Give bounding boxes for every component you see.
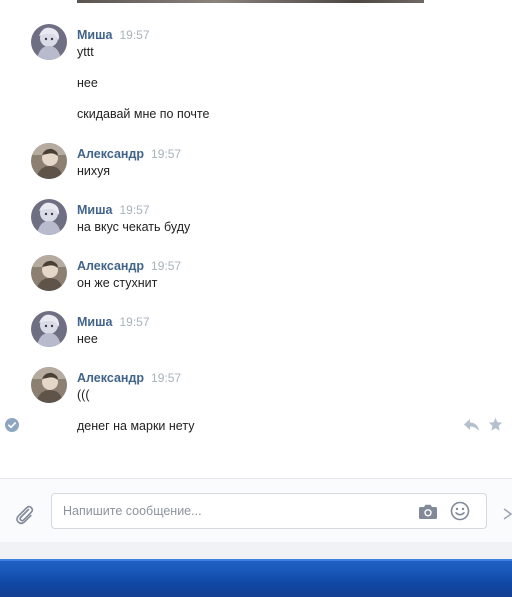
message-header: Миша 19:57 xyxy=(77,203,150,217)
message-text: он же стухнит xyxy=(77,276,158,290)
message-text: скидавай мне по почте xyxy=(77,107,210,121)
avatar-alexandr[interactable] xyxy=(31,367,67,403)
camera-icon[interactable] xyxy=(418,503,438,520)
message-time[interactable]: 19:57 xyxy=(151,371,181,385)
message-time[interactable]: 19:57 xyxy=(119,203,149,217)
window-bottom-border xyxy=(0,542,512,559)
message-text: ((( xyxy=(77,388,90,402)
smile-icon[interactable] xyxy=(450,501,470,521)
message-composer: Напишите сообщение... xyxy=(0,478,512,543)
message-header: Александр 19:57 xyxy=(77,147,181,161)
message-time[interactable]: 19:57 xyxy=(151,147,181,161)
author-name[interactable]: Миша xyxy=(77,28,112,42)
avatar-alexandr[interactable] xyxy=(31,255,67,291)
avatar-alexandr[interactable] xyxy=(31,143,67,179)
author-name[interactable]: Миша xyxy=(77,203,112,217)
message-input-placeholder: Напишите сообщение... xyxy=(63,504,202,518)
message-header: Миша 19:57 xyxy=(77,315,150,329)
message-text: нее xyxy=(77,332,98,346)
message-time[interactable]: 19:57 xyxy=(151,259,181,273)
message-header: Миша 19:57 xyxy=(77,28,150,42)
paperclip-icon[interactable] xyxy=(13,503,35,525)
message-time[interactable]: 19:57 xyxy=(119,315,149,329)
message-text: нихуя xyxy=(77,164,111,178)
star-icon[interactable] xyxy=(488,417,503,432)
author-name[interactable]: Александр xyxy=(77,147,144,161)
message-history: Миша 19:57 yttt нее скидавай мне по почте… xyxy=(0,0,512,470)
avatar-misha[interactable] xyxy=(31,24,67,60)
message-input[interactable]: Напишите сообщение... xyxy=(51,493,487,529)
message-text: yttt xyxy=(77,45,94,59)
avatar-misha[interactable] xyxy=(31,311,67,347)
send-button[interactable] xyxy=(503,508,512,520)
os-taskbar[interactable] xyxy=(0,559,512,597)
checkmark-circle-icon[interactable] xyxy=(5,418,19,432)
message-header: Александр 19:57 xyxy=(77,371,181,385)
reply-icon[interactable] xyxy=(463,418,480,432)
message-header: Александр 19:57 xyxy=(77,259,181,273)
message-time[interactable]: 19:57 xyxy=(119,28,149,42)
author-name[interactable]: Миша xyxy=(77,315,112,329)
message-text: на вкус чекать буду xyxy=(77,220,191,234)
message-text: денег на марки нету xyxy=(77,419,195,433)
message-text: нее xyxy=(77,76,98,90)
author-name[interactable]: Александр xyxy=(77,259,144,273)
avatar-misha[interactable] xyxy=(31,199,67,235)
author-name[interactable]: Александр xyxy=(77,371,144,385)
